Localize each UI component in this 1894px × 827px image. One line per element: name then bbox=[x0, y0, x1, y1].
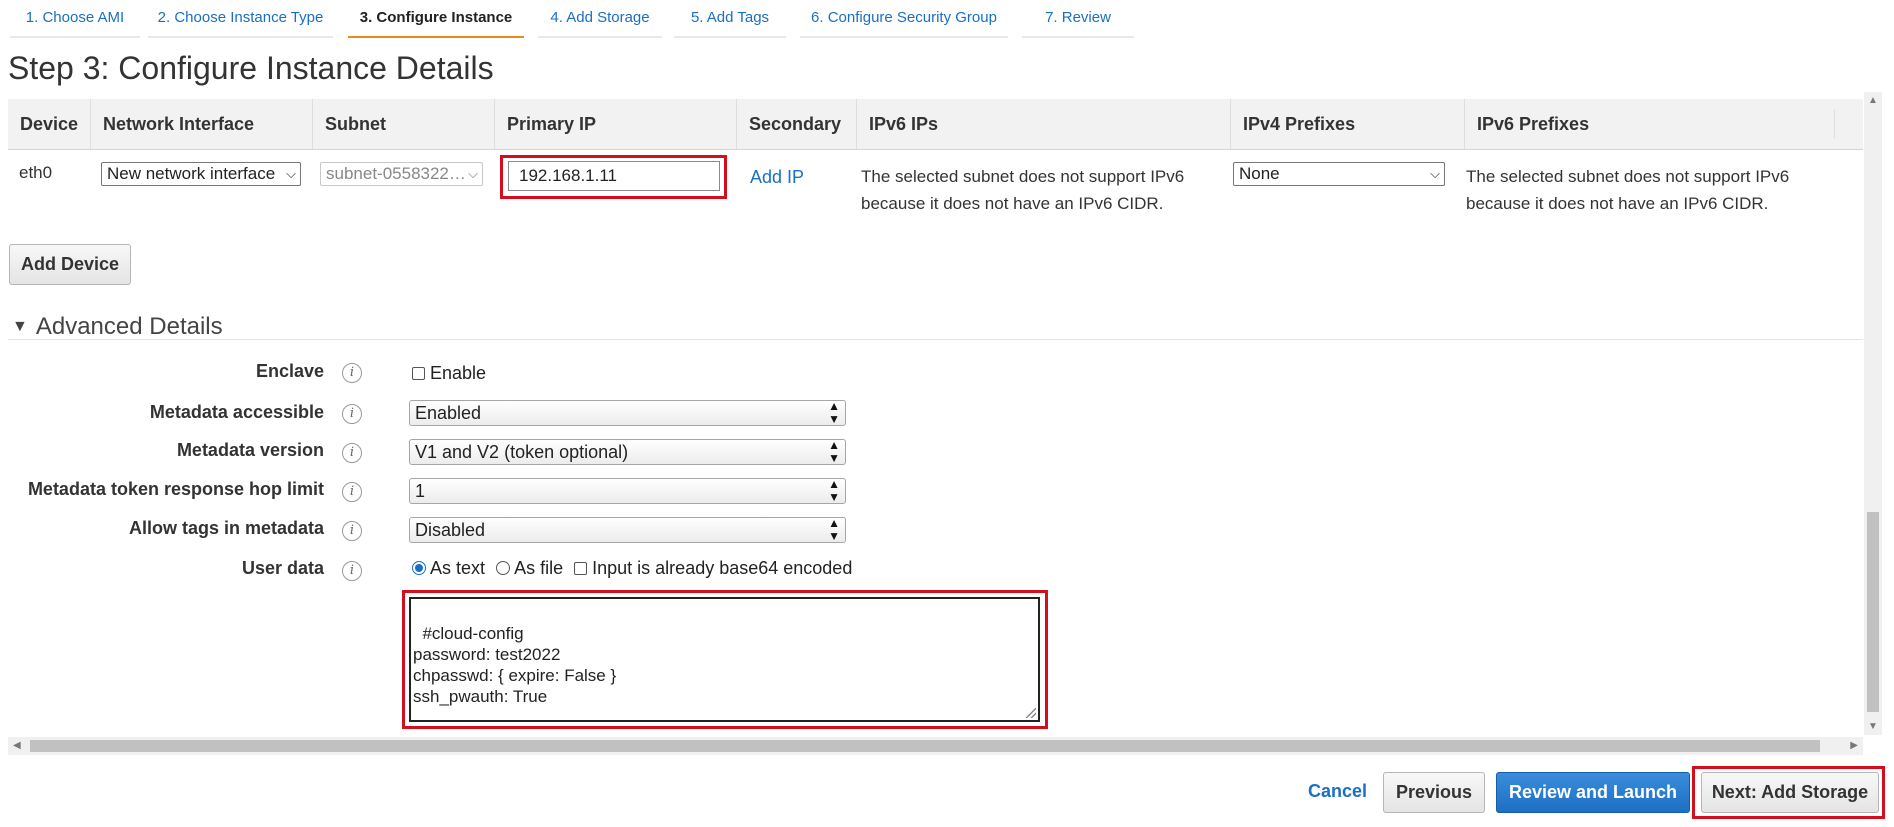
info-icon[interactable]: i bbox=[342, 404, 362, 424]
ipv6-ips-message: The selected subnet does not support IPv… bbox=[861, 163, 1184, 217]
ipv4-prefixes-select[interactable]: None ⌵ bbox=[1233, 162, 1445, 186]
tab-choose-instance-type[interactable]: 2. Choose Instance Type bbox=[148, 0, 333, 38]
previous-button[interactable]: Previous bbox=[1383, 772, 1485, 813]
ipv6-msg-line1: The selected subnet does not support IPv… bbox=[861, 167, 1185, 186]
scroll-up-icon[interactable]: ▲ bbox=[1868, 95, 1878, 106]
enclave-checkbox[interactable] bbox=[412, 367, 425, 380]
add-device-button[interactable]: Add Device bbox=[9, 244, 131, 285]
subnet-value: subnet-0558322… bbox=[326, 164, 466, 183]
scroll-down-icon[interactable]: ▼ bbox=[1868, 721, 1878, 732]
horizontal-scroll-thumb[interactable] bbox=[30, 740, 1820, 752]
chevron-down-icon: ⌵ bbox=[468, 166, 478, 181]
ipv6-prefixes-message: The selected subnet does not support IPv… bbox=[1466, 163, 1789, 217]
as-text-radio[interactable] bbox=[412, 561, 426, 575]
as-file-label: As file bbox=[514, 558, 564, 578]
vertical-scrollbar[interactable]: ▲ ▼ bbox=[1864, 92, 1882, 735]
as-file-radio[interactable] bbox=[496, 561, 511, 575]
tags-in-metadata-value: Disabled bbox=[415, 520, 486, 540]
subnet-select: subnet-0558322… ⌵ bbox=[320, 162, 483, 186]
base64-checkbox[interactable] bbox=[574, 562, 588, 575]
base64-label: Input is already base64 encoded bbox=[592, 558, 853, 578]
network-table-header: Device Network Interface Subnet Primary … bbox=[8, 99, 1863, 150]
primary-ip-highlight bbox=[500, 155, 727, 199]
scroll-right-icon[interactable]: ▶ bbox=[1850, 740, 1858, 751]
hop-limit-select[interactable]: 1 ▲ ▼ bbox=[409, 478, 846, 504]
tags-in-metadata-label: Allow tags in metadata bbox=[128, 518, 324, 538]
hop-limit-label: Metadata token response hop limit bbox=[27, 479, 324, 499]
updown-arrows-icon: ▲ ▼ bbox=[828, 438, 840, 465]
info-icon[interactable]: i bbox=[342, 521, 362, 541]
info-icon[interactable]: i bbox=[342, 363, 362, 383]
info-icon[interactable]: i bbox=[342, 482, 362, 502]
network-interface-value: New network interface bbox=[107, 164, 276, 183]
info-icon[interactable]: i bbox=[342, 561, 362, 581]
tab-configure-instance[interactable]: 3. Configure Instance bbox=[348, 0, 524, 38]
updown-arrows-icon: ▲ ▼ bbox=[828, 477, 840, 504]
user-data-options: As text As file Input is already base64 … bbox=[412, 558, 852, 579]
updown-arrows-icon: ▲ ▼ bbox=[828, 516, 840, 543]
horizontal-scrollbar[interactable]: ◀ ▶ bbox=[8, 737, 1863, 755]
col-primary-ip: Primary IP bbox=[494, 99, 736, 149]
review-and-launch-button[interactable]: Review and Launch bbox=[1496, 772, 1690, 813]
scroll-left-icon[interactable]: ◀ bbox=[13, 740, 21, 751]
ipv6-prefix-msg-line1: The selected subnet does not support IPv… bbox=[1466, 167, 1790, 186]
hop-limit-value: 1 bbox=[415, 481, 426, 501]
cancel-link[interactable]: Cancel bbox=[1308, 781, 1367, 802]
chevron-down-icon: ⌵ bbox=[1430, 166, 1440, 181]
device-cell: eth0 bbox=[19, 163, 53, 182]
advanced-divider bbox=[8, 339, 1863, 340]
col-network-interface: Network Interface bbox=[90, 99, 312, 149]
tab-configure-security-group[interactable]: 6. Configure Security Group bbox=[800, 0, 1008, 38]
col-ipv6-ips: IPv6 IPs bbox=[856, 99, 1230, 149]
enclave-label: Enclave bbox=[255, 361, 324, 381]
enclave-enable-label: Enable bbox=[430, 363, 487, 383]
ipv6-prefix-msg-line2: because it does not have an IPv6 CIDR. bbox=[1466, 194, 1769, 213]
tab-review[interactable]: 7. Review bbox=[1022, 0, 1134, 38]
user-data-highlight bbox=[402, 590, 1048, 729]
ipv4-prefixes-value: None bbox=[1239, 164, 1280, 183]
ipv6-msg-line2: because it does not have an IPv6 CIDR. bbox=[861, 194, 1164, 213]
col-secondary: Secondary bbox=[736, 99, 856, 149]
metadata-accessible-label: Metadata accessible bbox=[149, 402, 324, 422]
add-ip-link[interactable]: Add IP bbox=[750, 167, 804, 188]
tags-in-metadata-select[interactable]: Disabled ▲ ▼ bbox=[409, 517, 846, 543]
vertical-scroll-thumb[interactable] bbox=[1867, 512, 1879, 712]
col-ipv6-prefixes: IPv6 Prefixes bbox=[1464, 99, 1834, 149]
metadata-version-value: V1 and V2 (token optional) bbox=[415, 442, 629, 462]
metadata-accessible-select[interactable]: Enabled ▲ ▼ bbox=[409, 400, 846, 426]
tab-add-storage[interactable]: 4. Add Storage bbox=[538, 0, 662, 38]
as-text-label: As text bbox=[430, 558, 486, 578]
metadata-version-select[interactable]: V1 and V2 (token optional) ▲ ▼ bbox=[409, 439, 846, 465]
caret-down-icon: ▼ bbox=[12, 318, 28, 335]
tab-add-tags[interactable]: 5. Add Tags bbox=[674, 0, 786, 38]
metadata-accessible-value: Enabled bbox=[415, 403, 482, 423]
info-icon[interactable]: i bbox=[342, 443, 362, 463]
chevron-down-icon: ⌵ bbox=[286, 166, 296, 181]
col-subnet: Subnet bbox=[312, 99, 494, 149]
wizard-tabs: 1. Choose AMI 2. Choose Instance Type 3.… bbox=[0, 0, 1894, 38]
page-title: Step 3: Configure Instance Details bbox=[8, 50, 494, 86]
next-button-highlight bbox=[1692, 766, 1885, 819]
metadata-version-label: Metadata version bbox=[176, 440, 324, 460]
user-data-label: User data bbox=[241, 558, 324, 578]
updown-arrows-icon: ▲ ▼ bbox=[828, 399, 840, 426]
col-divider bbox=[1834, 109, 1835, 139]
col-ipv4-prefixes: IPv4 Prefixes bbox=[1230, 99, 1464, 149]
tab-choose-ami[interactable]: 1. Choose AMI bbox=[10, 0, 140, 38]
network-interface-select[interactable]: New network interface ⌵ bbox=[101, 162, 301, 186]
advanced-details-heading: Advanced Details bbox=[35, 313, 223, 340]
col-device: Device bbox=[20, 114, 79, 134]
enclave-option[interactable]: Enable bbox=[412, 363, 486, 384]
advanced-details-toggle[interactable]: ▼ Advanced Details bbox=[12, 313, 223, 341]
